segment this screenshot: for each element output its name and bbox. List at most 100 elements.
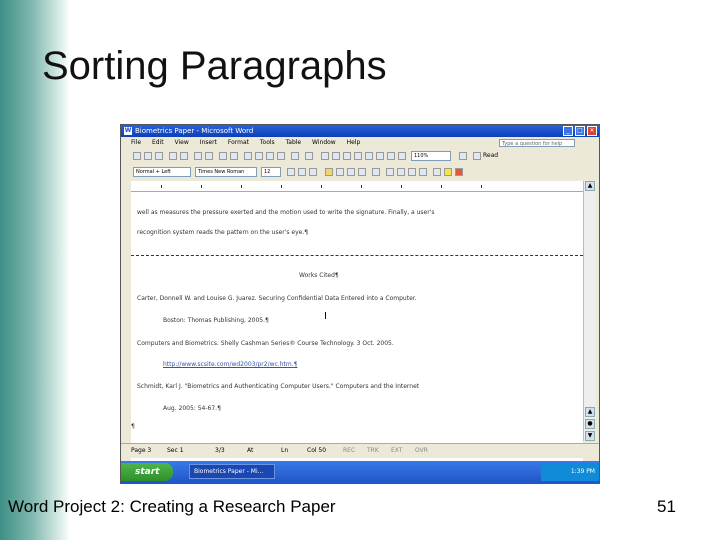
ruler-tick	[321, 185, 322, 188]
document-map-icon[interactable]	[387, 152, 395, 160]
document-area[interactable]: well as measures the pressure exerted an…	[131, 192, 583, 483]
read-icon[interactable]	[473, 152, 481, 160]
citation-line: Boston: Thomas Publishing, 2005.¶	[163, 317, 269, 324]
zoom-select[interactable]: 110%	[411, 151, 451, 161]
window-title: Biometrics Paper - Microsoft Word	[135, 127, 254, 135]
hyperlink-icon[interactable]	[321, 152, 329, 160]
numbering-icon[interactable]	[386, 168, 394, 176]
columns-icon[interactable]	[365, 152, 373, 160]
outside-border-icon[interactable]	[433, 168, 441, 176]
citation-link[interactable]: http://www.scsite.com/wd2003/pr2/wc.htm.…	[163, 361, 297, 368]
justify-icon[interactable]	[358, 168, 366, 176]
tables-borders-icon[interactable]	[332, 152, 340, 160]
font-select[interactable]: Times New Roman	[195, 167, 257, 177]
help-search-input[interactable]: Type a question for help	[499, 139, 575, 147]
ruler-tick	[441, 185, 442, 188]
highlight-icon[interactable]	[444, 168, 452, 176]
insert-excel-icon[interactable]	[354, 152, 362, 160]
citation-line: Aug. 2005: 54-67.¶	[163, 405, 221, 412]
decrease-indent-icon[interactable]	[408, 168, 416, 176]
minimize-button[interactable]: _	[563, 126, 573, 136]
ruler-tick	[201, 185, 202, 188]
font-size-select[interactable]: 12	[261, 167, 281, 177]
word-app-icon: W	[124, 127, 132, 135]
status-page: Page 3	[131, 447, 152, 454]
menu-view[interactable]: View	[175, 139, 189, 146]
status-rec[interactable]: REC	[343, 444, 355, 458]
close-button[interactable]: ✕	[587, 126, 597, 136]
permission-icon[interactable]	[169, 152, 177, 160]
next-page-icon[interactable]: ▼	[585, 431, 595, 441]
maximize-button[interactable]: □	[575, 126, 585, 136]
open-icon[interactable]	[144, 152, 152, 160]
status-trk[interactable]: TRK	[367, 444, 379, 458]
ruler-tick	[401, 185, 402, 188]
status-at: At	[247, 447, 254, 454]
help-icon[interactable]	[459, 152, 467, 160]
bullets-icon[interactable]	[397, 168, 405, 176]
insert-table-icon[interactable]	[343, 152, 351, 160]
cut-icon[interactable]	[244, 152, 252, 160]
font-color-icon[interactable]	[455, 168, 463, 176]
select-browse-icon[interactable]: ●	[585, 419, 595, 429]
paragraph-mark: ¶	[131, 423, 135, 430]
show-hide-icon[interactable]	[398, 152, 406, 160]
bold-icon[interactable]	[287, 168, 295, 176]
menu-window[interactable]: Window	[312, 139, 336, 146]
doc-line: recognition system reads the pattern on …	[137, 229, 309, 236]
menu-table[interactable]: Table	[286, 139, 302, 146]
ruler-tick	[281, 185, 282, 188]
align-left-icon[interactable]	[325, 168, 333, 176]
email-icon[interactable]	[180, 152, 188, 160]
italic-icon[interactable]	[298, 168, 306, 176]
increase-indent-icon[interactable]	[419, 168, 427, 176]
menu-format[interactable]: Format	[228, 139, 249, 146]
drawing-icon[interactable]	[376, 152, 384, 160]
status-section: Sec 1	[167, 447, 184, 454]
research-icon[interactable]	[230, 152, 238, 160]
taskbar-item-word[interactable]: Biometrics Paper - Mi...	[189, 464, 275, 479]
citation-line: Schmidt, Karl J. "Biometrics and Authent…	[137, 383, 420, 390]
word-screenshot: W Biometrics Paper - Microsoft Word _ □ …	[120, 124, 600, 484]
ruler-tick	[241, 185, 242, 188]
slide-footer: Word Project 2: Creating a Research Pape…	[8, 497, 336, 516]
menu-help[interactable]: Help	[347, 139, 361, 146]
print-preview-icon[interactable]	[205, 152, 213, 160]
page-break	[131, 255, 583, 256]
format-painter-icon[interactable]	[277, 152, 285, 160]
menu-insert[interactable]: Insert	[200, 139, 217, 146]
status-page-count: 3/3	[215, 447, 225, 454]
ruler-tick	[361, 185, 362, 188]
undo-icon[interactable]	[291, 152, 299, 160]
text-cursor-icon: I	[324, 311, 327, 322]
align-right-icon[interactable]	[347, 168, 355, 176]
status-ext[interactable]: EXT	[391, 444, 402, 458]
style-select[interactable]: Normal + Left	[133, 167, 191, 177]
print-icon[interactable]	[194, 152, 202, 160]
status-column: Col 50	[307, 447, 327, 454]
status-line: Ln	[281, 447, 289, 454]
paste-icon[interactable]	[266, 152, 274, 160]
start-button[interactable]: start	[121, 463, 173, 481]
line-spacing-icon[interactable]	[372, 168, 380, 176]
prev-page-icon[interactable]: ▲	[585, 407, 595, 417]
status-bar: Page 3 Sec 1 3/3 At Ln Col 50 REC TRK EX…	[121, 443, 599, 458]
menu-file[interactable]: File	[131, 139, 141, 146]
read-button[interactable]: Read	[483, 151, 498, 161]
menu-edit[interactable]: Edit	[152, 139, 164, 146]
horizontal-ruler[interactable]	[131, 181, 583, 192]
new-document-icon[interactable]	[133, 152, 141, 160]
taskbar: start Biometrics Paper - Mi... 1:39 PM	[121, 461, 599, 483]
save-icon[interactable]	[155, 152, 163, 160]
vertical-scrollbar[interactable]: ▲ ▲ ● ▼	[583, 181, 596, 441]
center-icon[interactable]	[336, 168, 344, 176]
scroll-up-icon[interactable]: ▲	[585, 181, 595, 191]
underline-icon[interactable]	[309, 168, 317, 176]
status-ovr[interactable]: OVR	[415, 444, 428, 458]
copy-icon[interactable]	[255, 152, 263, 160]
spelling-icon[interactable]	[219, 152, 227, 160]
redo-icon[interactable]	[305, 152, 313, 160]
citation-line: Carter, Donnell W. and Louise G. Juarez.…	[137, 295, 417, 302]
window-titlebar[interactable]: W Biometrics Paper - Microsoft Word _ □ …	[121, 125, 599, 137]
menu-tools[interactable]: Tools	[260, 139, 275, 146]
